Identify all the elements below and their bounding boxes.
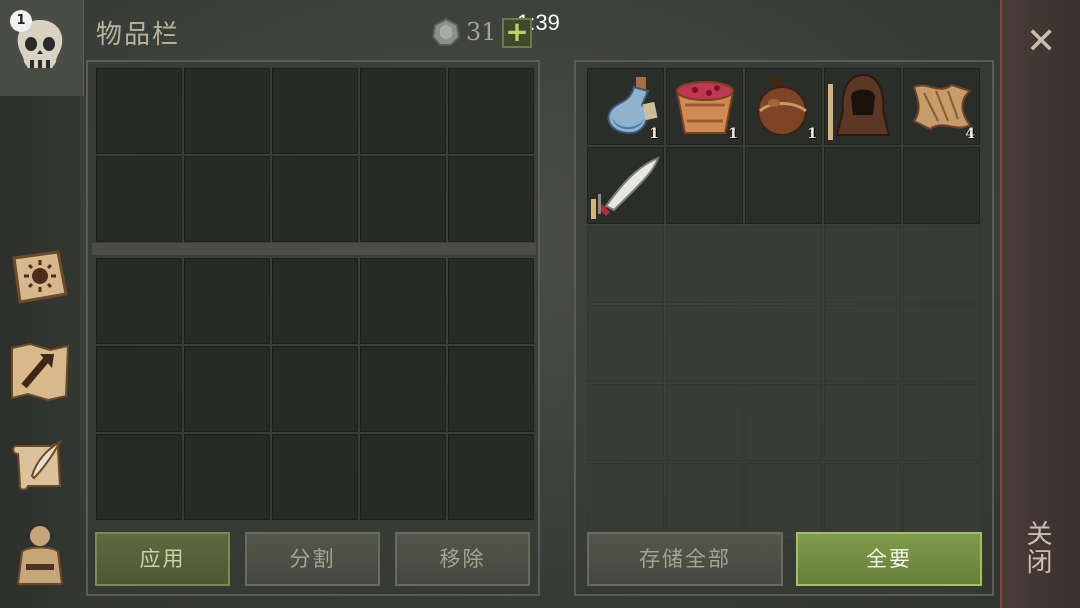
inventory-slot[interactable] bbox=[448, 258, 534, 344]
notification-badge: 1 bbox=[10, 10, 32, 32]
storage-slot[interactable] bbox=[824, 68, 901, 145]
storage-slot[interactable] bbox=[824, 147, 901, 224]
storage-slot[interactable]: 1 bbox=[745, 68, 822, 145]
inventory-slot[interactable] bbox=[184, 68, 270, 154]
storage-slot-locked bbox=[824, 305, 901, 382]
storage-slot[interactable] bbox=[666, 147, 743, 224]
storage-slot[interactable]: 4 bbox=[903, 68, 980, 145]
storage-slot-locked bbox=[587, 305, 664, 382]
scroll-quill-icon[interactable] bbox=[6, 432, 74, 500]
split-button[interactable]: 分割 bbox=[245, 532, 380, 586]
storage-slot-locked bbox=[587, 463, 664, 540]
grid-divider bbox=[92, 243, 536, 255]
inventory-slot[interactable] bbox=[96, 434, 182, 520]
storage-slot-locked bbox=[666, 305, 743, 382]
inventory-slot[interactable] bbox=[96, 156, 182, 242]
inventory-slot[interactable] bbox=[96, 346, 182, 432]
storage-slot[interactable]: 1 bbox=[587, 68, 664, 145]
storage-slot-locked bbox=[745, 305, 822, 382]
storage-grid: 1 1 1 4 bbox=[587, 68, 980, 540]
inventory-slot[interactable] bbox=[448, 346, 534, 432]
coin-icon bbox=[432, 18, 460, 46]
apply-button[interactable]: 应用 bbox=[95, 532, 230, 586]
backpack-grid bbox=[96, 258, 534, 520]
inventory-slot[interactable] bbox=[448, 156, 534, 242]
close-label[interactable]: 关闭 bbox=[1022, 520, 1056, 576]
storage-slot[interactable] bbox=[587, 147, 664, 224]
inventory-slot[interactable] bbox=[360, 434, 446, 520]
inventory-slot[interactable] bbox=[96, 68, 182, 154]
hood-icon bbox=[835, 73, 891, 136]
storage-slot[interactable] bbox=[745, 147, 822, 224]
inventory-slot[interactable] bbox=[272, 434, 358, 520]
currency-count: 31 bbox=[466, 18, 497, 46]
inventory-slot[interactable] bbox=[272, 346, 358, 432]
store-all-button[interactable]: 存储全部 bbox=[587, 532, 783, 586]
inventory-slot[interactable] bbox=[360, 156, 446, 242]
inventory-slot[interactable] bbox=[184, 156, 270, 242]
close-icon[interactable]: ✕ bbox=[1026, 24, 1056, 60]
inventory-slot[interactable] bbox=[184, 346, 270, 432]
item-count: 1 bbox=[807, 126, 817, 142]
storage-slot-locked bbox=[824, 226, 901, 303]
storage-slot[interactable] bbox=[903, 147, 980, 224]
equipment-grid bbox=[96, 68, 534, 242]
inventory-slot[interactable] bbox=[96, 258, 182, 344]
item-count: 1 bbox=[649, 126, 659, 142]
storage-slot-locked bbox=[824, 463, 901, 540]
map-icon[interactable] bbox=[6, 338, 74, 406]
item-count: 1 bbox=[728, 126, 738, 142]
remove-button[interactable]: 移除 bbox=[395, 532, 530, 586]
page-title: 物品栏 bbox=[96, 20, 181, 50]
left-rail bbox=[0, 0, 84, 608]
storage-slot-locked bbox=[903, 384, 980, 461]
character-icon[interactable] bbox=[6, 520, 74, 588]
storage-slot-locked bbox=[745, 226, 822, 303]
inventory-slot[interactable] bbox=[448, 68, 534, 154]
inventory-slot[interactable] bbox=[184, 434, 270, 520]
inventory-slot[interactable] bbox=[184, 258, 270, 344]
inventory-slot[interactable] bbox=[360, 346, 446, 432]
storage-slot-locked bbox=[824, 384, 901, 461]
storage-slot-locked bbox=[587, 384, 664, 461]
storage-slot-locked bbox=[587, 226, 664, 303]
sun-book-icon[interactable] bbox=[6, 244, 74, 312]
storage-slot-locked bbox=[903, 305, 980, 382]
inventory-slot[interactable] bbox=[272, 258, 358, 344]
storage-slot-locked bbox=[666, 463, 743, 540]
storage-slot-locked bbox=[666, 384, 743, 461]
inventory-slot[interactable] bbox=[272, 68, 358, 154]
item-count: 4 bbox=[965, 126, 975, 142]
storage-slot-locked bbox=[745, 463, 822, 540]
storage-slot-locked bbox=[666, 226, 743, 303]
storage-slot[interactable]: 1 bbox=[666, 68, 743, 145]
storage-slot-locked bbox=[903, 226, 980, 303]
machete-icon bbox=[598, 156, 660, 216]
inventory-slot[interactable] bbox=[272, 156, 358, 242]
take-all-button[interactable]: 全要 bbox=[796, 532, 982, 586]
inventory-slot[interactable] bbox=[360, 68, 446, 154]
add-currency-button[interactable]: + bbox=[502, 18, 532, 48]
close-rail[interactable] bbox=[1000, 0, 1080, 608]
inventory-slot[interactable] bbox=[448, 434, 534, 520]
storage-slot-locked bbox=[903, 463, 980, 540]
storage-slot-locked bbox=[745, 384, 822, 461]
inventory-slot[interactable] bbox=[360, 258, 446, 344]
